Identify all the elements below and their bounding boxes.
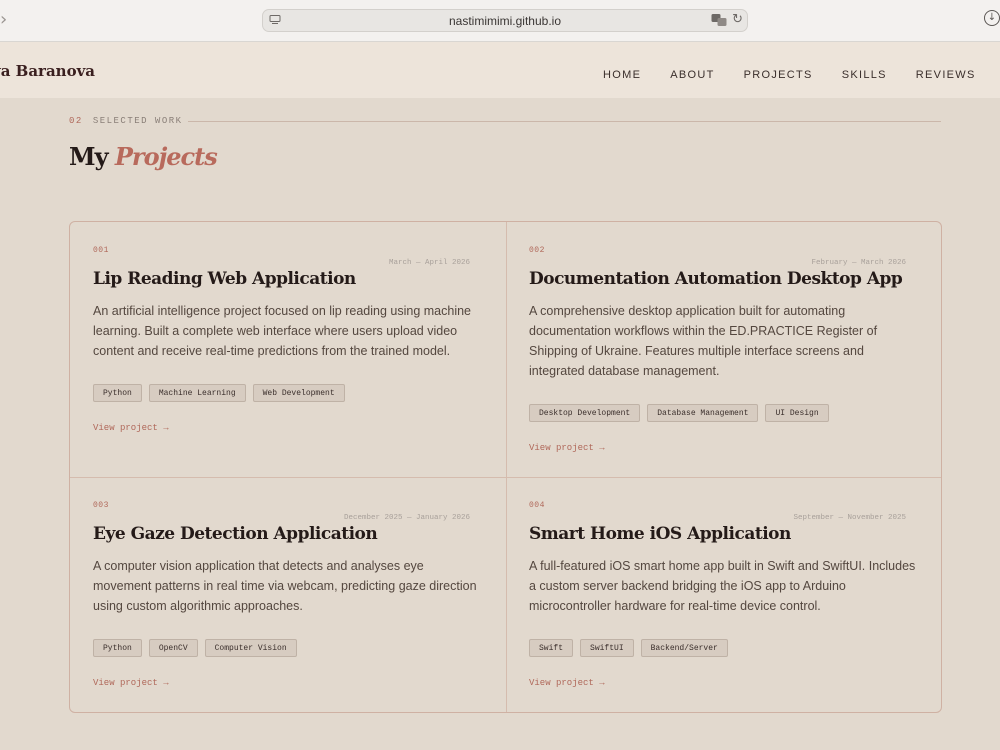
nav-projects[interactable]: PROJECTS [744,69,813,81]
project-number: 002 [529,246,545,255]
project-description: An artificial intelligence project focus… [93,304,471,358]
section-divider [188,121,941,122]
nav-reviews[interactable]: REVIEWS [916,69,976,81]
url-text: nastimimimi.github.io [448,14,562,28]
project-tags: Swift SwiftUI Backend/Server [529,637,735,657]
project-card: 001 March — April 2026 Lip Reading Web A… [70,222,506,477]
tag: OpenCV [148,639,198,657]
site-brand[interactable]: ya Baranova [0,62,95,80]
section-eyebrow: 02 SELECTED WORK [69,116,183,126]
project-card: 002 February — March 2026 Documentation … [506,222,942,477]
title-plain: My [69,142,109,171]
tag: Computer Vision [204,639,297,657]
section-label: SELECTED WORK [92,116,183,126]
page-title: My Projects [69,142,218,171]
nav-about[interactable]: ABOUT [670,69,714,81]
project-tags: Desktop Development Database Management UI… [529,402,836,422]
project-description: A full-featured iOS smart home app built… [529,559,916,613]
project-title: Eye Gaze Detection Application [93,524,378,544]
project-date: February — March 2026 [811,259,906,267]
tag: Machine Learning [148,384,246,402]
tag: Swift [529,639,574,657]
translate-icon[interactable] [711,13,727,27]
project-description: A computer vision application that detec… [93,559,477,613]
project-description: A comprehensive desktop application buil… [529,304,878,378]
download-icon[interactable]: ↓ [984,10,1000,26]
section-number: 02 [69,116,83,126]
tag: Desktop Development [529,404,641,422]
site-header: ya Baranova HOME ABOUT PROJECTS SKILLS REVIE… [0,42,1000,98]
projects-grid: 001 March — April 2026 Lip Reading Web A… [69,221,942,713]
view-project-link[interactable]: View project → [529,678,605,688]
reload-icon[interactable]: ↻ [732,12,743,27]
project-title: Smart Home iOS Application [529,524,791,544]
view-project-link[interactable]: View project → [93,423,169,433]
project-number: 004 [529,501,545,510]
main-nav: HOMEABOUTPROJECTSSKILLSREVIEWSCO [603,65,1000,83]
tag: Web Development [252,384,345,402]
view-project-link[interactable]: View project → [529,443,605,453]
tag: Python [93,384,142,402]
address-bar[interactable]: nastimimimi.github.io ↻ [262,9,748,32]
tag: Python [93,639,142,657]
browser-toolbar: › nastimimimi.github.io ↻ ↓ [0,0,1000,42]
project-number: 003 [93,501,109,510]
nav-home[interactable]: HOME [603,69,641,81]
project-card: 004 September — November 2025 Smart Home… [506,478,942,714]
project-card: 003 December 2025 — January 2026 Eye Gaz… [70,478,506,714]
project-date: September — November 2025 [793,514,906,522]
nav-skills[interactable]: SKILLS [842,69,887,81]
tag: SwiftUI [580,639,634,657]
project-date: December 2025 — January 2026 [343,514,470,522]
project-title: Documentation Automation Desktop App [529,269,903,289]
forward-icon[interactable]: › [0,9,7,30]
tag: Backend/Server [640,639,728,657]
title-accent: Projects [114,142,218,171]
project-number: 001 [93,246,109,255]
tag: UI Design [765,404,829,422]
project-tags: Python Machine Learning Web Development [93,382,352,402]
tag: Database Management [647,404,759,422]
project-date: March — April 2026 [388,259,470,267]
project-title: Lip Reading Web Application [93,269,356,289]
project-tags: Python OpenCV Computer Vision [93,637,304,657]
view-project-link[interactable]: View project → [93,678,169,688]
